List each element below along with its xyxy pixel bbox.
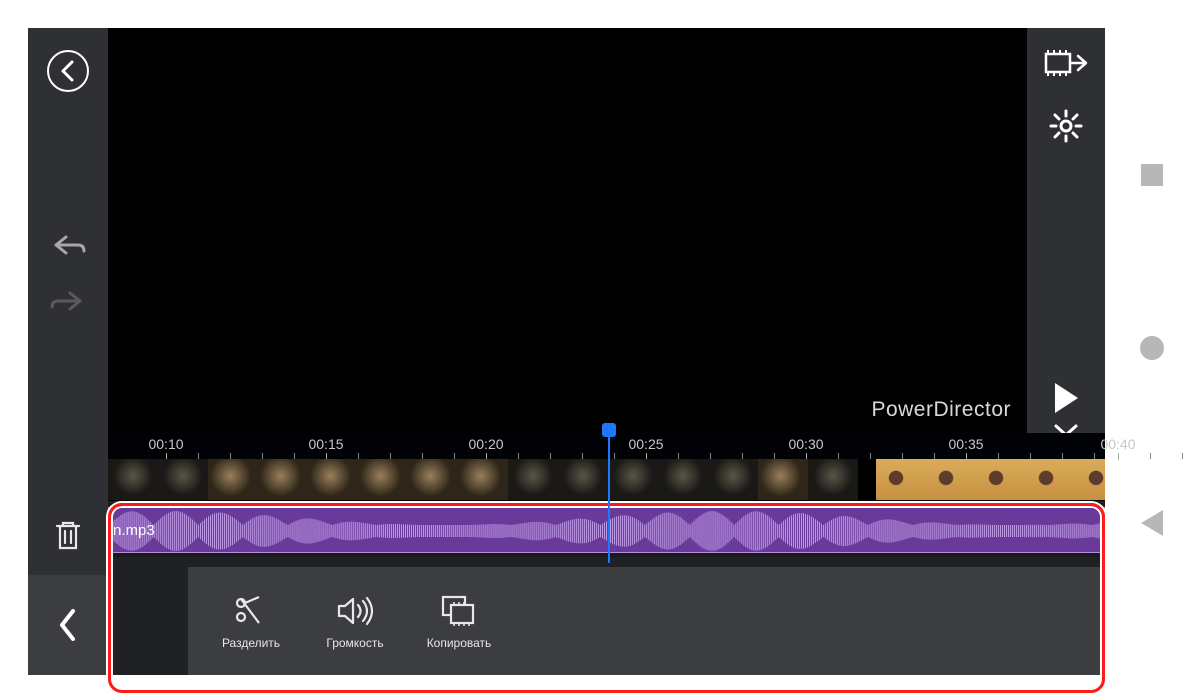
video-thumbnail[interactable] <box>408 459 458 501</box>
clip-toolbar: Разделить Громкость Копировать <box>188 567 1105 675</box>
export-icon <box>1044 48 1088 78</box>
redo-button[interactable] <box>48 288 88 314</box>
chevron-left-icon <box>57 607 79 643</box>
video-thumbnail[interactable] <box>926 459 976 501</box>
video-thumbnail[interactable] <box>608 459 658 501</box>
left-toolbar <box>28 28 108 675</box>
copy-button[interactable]: Копировать <box>420 592 498 650</box>
ruler-label: 00:25 <box>628 436 663 452</box>
volume-button[interactable]: Громкость <box>316 592 394 650</box>
video-thumbnail[interactable] <box>858 459 876 501</box>
video-thumbnail[interactable] <box>808 459 858 501</box>
play-icon <box>1052 381 1080 415</box>
volume-label: Громкость <box>326 636 383 650</box>
video-thumbnail[interactable] <box>658 459 708 501</box>
video-preview[interactable] <box>108 28 1027 423</box>
video-thumbnail[interactable] <box>158 459 208 501</box>
trash-icon <box>53 518 83 552</box>
ruler-label: 00:30 <box>788 436 823 452</box>
system-home-button[interactable] <box>1140 336 1164 360</box>
undo-button[interactable] <box>48 232 88 258</box>
back-icon <box>60 60 76 82</box>
video-thumbnail[interactable] <box>758 459 808 501</box>
screen-container: PowerDirector 00:10 00:15 00:20 00:25 00:30 0… <box>0 0 1193 700</box>
undo-redo-group <box>48 232 88 314</box>
back-button[interactable] <box>47 50 89 92</box>
gear-icon <box>1048 108 1084 144</box>
video-thumbnail[interactable] <box>876 459 926 501</box>
ruler-label: 00:15 <box>308 436 343 452</box>
system-recent-button[interactable] <box>1141 164 1163 186</box>
split-icon <box>233 593 269 629</box>
delete-button[interactable] <box>28 510 108 560</box>
audio-clip[interactable]: n.mp3 <box>108 507 1105 553</box>
settings-button[interactable] <box>1048 108 1084 144</box>
audio-clip-filename: n.mp3 <box>113 522 155 539</box>
video-thumbnail[interactable] <box>108 459 158 501</box>
copy-icon <box>440 594 478 628</box>
video-thumbnail[interactable] <box>1026 459 1076 501</box>
split-button[interactable]: Разделить <box>212 592 290 650</box>
video-thumbnail[interactable] <box>508 459 558 501</box>
ruler-label: 00:20 <box>468 436 503 452</box>
ruler-label: 00:35 <box>948 436 983 452</box>
video-thumbnail[interactable] <box>208 459 258 501</box>
video-thumbnail[interactable] <box>258 459 308 501</box>
undo-icon <box>48 232 88 258</box>
timeline-area: 00:1000:1500:2000:2500:3000:3500:40 n.mp… <box>108 433 1105 675</box>
system-back-button[interactable] <box>1141 510 1163 536</box>
system-nav-bar <box>1111 0 1193 700</box>
split-label: Разделить <box>222 636 280 650</box>
audio-waveform <box>109 508 1104 553</box>
video-thumbnail[interactable] <box>976 459 1026 501</box>
audio-track[interactable]: n.mp3 <box>108 503 1105 557</box>
video-thumbnail[interactable] <box>558 459 608 501</box>
watermark-label: PowerDirector <box>871 398 1011 422</box>
playhead[interactable] <box>608 433 610 563</box>
ruler-label: 00:10 <box>148 436 183 452</box>
copy-label: Копировать <box>427 636 492 650</box>
video-thumbnail[interactable] <box>1076 459 1105 501</box>
video-thumbnail[interactable] <box>358 459 408 501</box>
video-thumbnail[interactable] <box>458 459 508 501</box>
ruler-label: 00:40 <box>1100 436 1135 452</box>
video-track[interactable] <box>108 459 1105 501</box>
redo-icon <box>48 288 88 314</box>
volume-icon <box>335 595 375 627</box>
export-button[interactable] <box>1044 48 1088 78</box>
video-thumbnail[interactable] <box>308 459 358 501</box>
video-thumbnail[interactable] <box>708 459 758 501</box>
app-window: PowerDirector 00:10 00:15 00:20 00:25 00:30 0… <box>28 28 1105 675</box>
collapse-panel-button[interactable] <box>28 575 108 675</box>
right-toolbar <box>1027 28 1105 433</box>
